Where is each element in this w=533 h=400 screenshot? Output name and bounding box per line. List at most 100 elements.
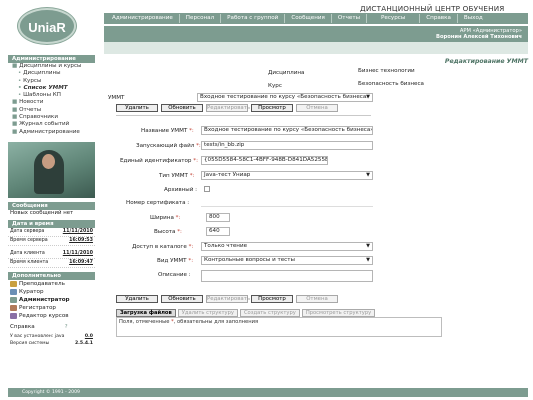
sidebar: Администрирование ■ Дисциплины и курсы •… [8, 55, 95, 390]
sidebar-datetime-header: Дата и время [8, 219, 95, 228]
delete-button-bottom[interactable]: Удалить [116, 295, 158, 303]
system-version-row: Версия системы 2.5.4.1 [8, 340, 95, 347]
role-administrator[interactable]: Администратор [8, 296, 95, 304]
nav-group-work[interactable]: Работа с группой [221, 14, 286, 23]
role-teacher[interactable]: Преподаватель [8, 280, 95, 288]
archive-checkbox[interactable] [204, 186, 210, 192]
client-time-row: Время клиента 16:09:47 [8, 259, 95, 268]
course-label: Курс [268, 83, 282, 89]
width-input[interactable]: 800 [206, 213, 230, 222]
top-button-row: Удалить Обновить Редактировать Просмотр … [116, 104, 338, 112]
ummt-name-input[interactable]: Входное тестирование по курсу «Безопасно… [201, 126, 373, 135]
sidebar-item-label: Дисциплины [23, 70, 61, 77]
uid-input[interactable]: {055D5584-58C1-4BFF-948B-D841DA5255B} [201, 156, 328, 165]
launch-file-label: Запускающий файл *: [136, 143, 201, 149]
cancel-button[interactable]: Отмена [296, 104, 338, 112]
uniar-logo[interactable]: UniaR [18, 8, 76, 44]
role-label: Куратор [19, 288, 44, 295]
delete-button[interactable]: Удалить [116, 104, 158, 112]
nav-help[interactable]: Справка [420, 14, 458, 23]
certificate-input[interactable] [201, 198, 373, 207]
help-link[interactable]: Справка? [8, 323, 95, 331]
height-input[interactable]: 640 [206, 227, 230, 236]
chevron-down-icon: ▼ [366, 172, 370, 178]
catalog-access-value: Только чтение [204, 243, 248, 249]
chevron-down-icon: ▼ [366, 243, 370, 249]
catalog-access-select[interactable]: Только чтение ▼ [201, 242, 373, 251]
view-button-bottom[interactable]: Просмотр [251, 295, 293, 303]
edit-button-bottom[interactable]: Редактировать [206, 295, 250, 303]
divider [116, 115, 371, 116]
nav-resources[interactable]: Ресурсы [367, 14, 421, 23]
nav-messages[interactable]: Сообщения [285, 14, 332, 23]
edit-button[interactable]: Редактировать [206, 104, 250, 112]
description-label: Описание : [158, 272, 191, 278]
tab-create-structure[interactable]: Создать структуру [239, 309, 300, 317]
sidebar-item-label: Шаблоны КП [23, 92, 61, 99]
catalog-access-label: Доступ в каталоге *: [132, 244, 194, 250]
tab-view-structure[interactable]: Просмотреть структуру [301, 309, 376, 317]
client-time-value: 16:09:47 [69, 259, 93, 265]
teacher-icon [10, 280, 17, 287]
role-label: Преподаватель [19, 280, 65, 287]
system-version-label: Версия системы [10, 340, 50, 346]
role-registrar[interactable]: Регистратор [8, 304, 95, 312]
sidebar-item-disciplines[interactable]: • Дисциплины [8, 70, 95, 77]
role-curator[interactable]: Куратор [8, 288, 95, 296]
sidebar-item-label: Новости [19, 99, 44, 106]
sidebar-item-administration[interactable]: ■ Администрирование [8, 129, 95, 136]
role-course-editor[interactable]: Редактор курсов [8, 312, 95, 320]
ummt-select[interactable]: Входное тестирование по курсу «Безопасно… [197, 93, 373, 102]
refresh-button[interactable]: Обновить [161, 104, 203, 112]
java-version-label: У вас установлен: java [10, 333, 65, 339]
launch-file-input[interactable]: tests/in_bb.zip [201, 141, 373, 150]
client-date-label: Дата клиента [10, 250, 45, 256]
sidebar-admin-header: Администрирование [8, 55, 95, 63]
tab-delete-structure[interactable]: Удалить структуру [177, 309, 238, 317]
ummt-kind-select[interactable]: Контрольные вопросы и тесты ▼ [201, 256, 373, 265]
certificate-label: Номер сертификата : [126, 200, 190, 206]
sidebar-item-label: Журнал событий [19, 121, 70, 128]
messages-status: Новых сообщений нет [10, 209, 74, 216]
tab-file-upload[interactable]: Загрузка файлов [116, 309, 176, 317]
refresh-button-bottom[interactable]: Обновить [161, 295, 203, 303]
sidebar-item-courses[interactable]: • Курсы [8, 78, 95, 85]
sidebar-item-disciplines-courses[interactable]: ■ Дисциплины и курсы [8, 63, 95, 70]
discipline-value: Бизнес технологии [356, 68, 528, 77]
sidebar-item-ummt-list[interactable]: • Список УММТ [8, 85, 95, 92]
ummt-kind-label: Вид УММТ *: [157, 258, 194, 264]
server-date-label: Дата сервера [10, 228, 45, 234]
client-date-row: Дата клиента 11/11/2010 [8, 250, 95, 259]
sidebar-item-reports[interactable]: ■ Отчеты [8, 107, 95, 114]
server-time-label: Время сервера [10, 237, 48, 243]
top-navigation: Администрирование Персонал Работа с груп… [104, 13, 528, 24]
ummt-type-select[interactable]: Java-тест Униар ▼ [201, 171, 373, 180]
nav-exit[interactable]: Выход [458, 14, 489, 23]
administrator-icon [10, 296, 17, 303]
sidebar-item-event-log[interactable]: ■ Журнал событий [8, 121, 95, 128]
header-band [104, 42, 528, 54]
sidebar-item-news[interactable]: ■ Новости [8, 99, 95, 106]
course-value: Безопасность бизнеса [356, 81, 528, 90]
ummt-select-value: Входное тестирование по курсу «Безопасно… [200, 94, 370, 100]
height-label: Высота *: [154, 229, 182, 235]
sidebar-item-label: Администрирование [19, 128, 80, 135]
sidebar-item-kp-templates[interactable]: • Шаблоны КП [8, 92, 95, 99]
sidebar-messages-header: Сообщения [8, 201, 95, 210]
nav-personnel[interactable]: Персонал [180, 14, 222, 23]
registrar-icon [10, 304, 17, 311]
cancel-button-bottom[interactable]: Отмена [296, 295, 338, 303]
ummt-kind-value: Контрольные вопросы и тесты [204, 257, 295, 263]
chevron-down-icon: ▼ [366, 257, 370, 263]
ummt-type-label: Тип УММТ *: [159, 173, 195, 179]
nav-administration[interactable]: Администрирование [106, 14, 180, 23]
nav-reports[interactable]: Отчеты [332, 14, 367, 23]
user-info-bar: АРМ «Администратор» Воронин Алексей Тихо… [104, 26, 528, 42]
view-button[interactable]: Просмотр [251, 104, 293, 112]
sidebar-item-label: Справочники [19, 114, 58, 121]
client-time-label: Время клиента [10, 259, 49, 265]
course-editor-icon [10, 312, 17, 319]
description-textarea[interactable] [201, 270, 373, 282]
width-label: Ширина *: [150, 215, 181, 221]
sidebar-item-label: Список УММТ [23, 84, 68, 91]
